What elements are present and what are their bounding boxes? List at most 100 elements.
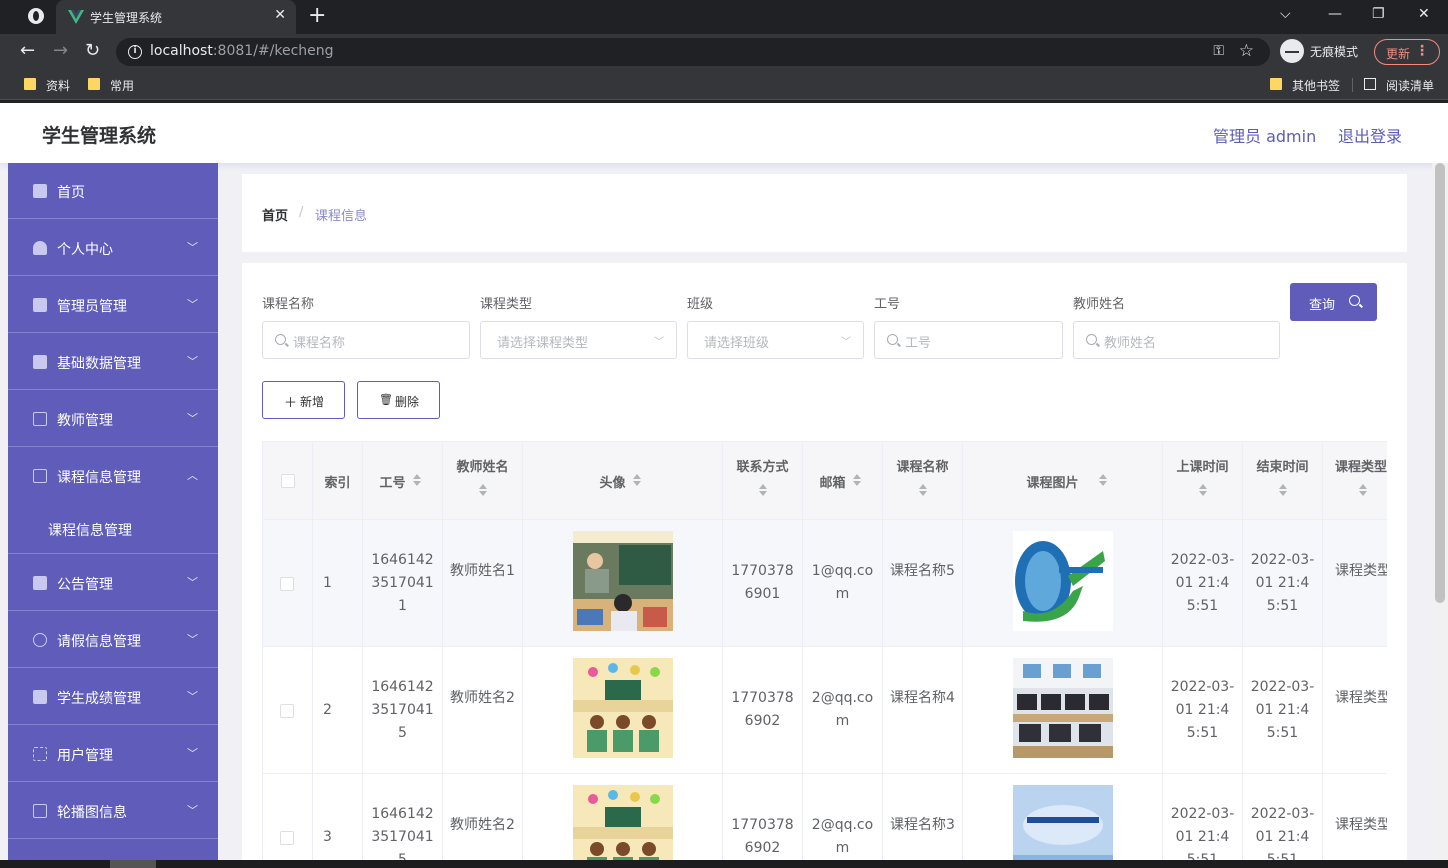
query-button[interactable]: 查询: [1290, 283, 1377, 321]
minimize-icon[interactable]: —: [1328, 6, 1342, 22]
header-course-image[interactable]: 课程图片: [963, 442, 1163, 520]
home-icon: [33, 184, 47, 198]
globe-icon[interactable]: [28, 8, 44, 24]
row-checkbox[interactable]: [280, 831, 294, 845]
breadcrumb-home[interactable]: 首页: [262, 205, 288, 224]
sort-icon[interactable]: [1279, 484, 1287, 496]
sidebar-item-admin-management[interactable]: 管理员管理 ﹀: [8, 277, 218, 333]
logout-link[interactable]: 退出登录: [1338, 123, 1402, 147]
bookmarks-bar: 资料 常用 其他书签 阅读清单: [0, 70, 1448, 100]
bookmark-divider: [1352, 78, 1353, 92]
table-header: 索引 工号 教师姓名 头像 联系方式 邮箱 课程名称 课程图片 上课时间 结束时…: [263, 442, 1387, 520]
sidebar-item-leave-management[interactable]: 请假信息管理 ﹀: [8, 612, 218, 668]
chevron-down-icon: ﹀: [187, 298, 198, 311]
folder-icon: [88, 78, 100, 90]
delete-button[interactable]: 🗑 删除: [357, 381, 440, 419]
header-teacher-name[interactable]: 教师姓名: [443, 442, 523, 520]
target-icon: [33, 633, 47, 647]
tab-search-icon[interactable]: ⌵: [1280, 6, 1291, 22]
url-text: localhost:8081/#/kecheng: [150, 43, 334, 59]
key-icon[interactable]: ⚿: [1213, 43, 1224, 59]
row-checkbox[interactable]: [280, 577, 294, 591]
sidebar-item-score-management[interactable]: 学生成绩管理 ﹀: [8, 669, 218, 725]
course-image: [1012, 785, 1113, 868]
vertical-scrollbar[interactable]: [1432, 163, 1448, 868]
sort-icon[interactable]: [919, 484, 927, 496]
url-input[interactable]: i localhost:8081/#/kecheng ⚿ ☆: [116, 38, 1270, 66]
course-type-select[interactable]: 请选择课程类型 ﹀: [480, 321, 677, 359]
teacher-name-label: 教师姓名: [1073, 297, 1126, 312]
sidebar-item-teacher-management[interactable]: 教师管理 ﹀: [8, 391, 218, 447]
header-end-time[interactable]: 结束时间: [1243, 442, 1323, 520]
sort-icon[interactable]: [1199, 484, 1207, 496]
reload-icon[interactable]: ↻: [85, 40, 100, 62]
chevron-down-icon: ﹀: [841, 337, 851, 348]
new-tab-button[interactable]: +: [308, 4, 326, 28]
address-bar: ← → ↻ i localhost:8081/#/kecheng ⚿ ☆ 无痕模…: [0, 34, 1448, 70]
tab-title: 学生管理系统: [90, 11, 163, 25]
sidebar-item-basic-data[interactable]: 基础数据管理 ﹀: [8, 334, 218, 390]
scrollbar-thumb[interactable]: [1435, 163, 1445, 603]
teacher-avatar-image: [572, 658, 673, 758]
sort-icon[interactable]: [413, 474, 421, 486]
teacher-name-input[interactable]: 教师姓名: [1073, 321, 1280, 359]
back-icon[interactable]: ←: [20, 40, 35, 62]
breadcrumb: 首页 / 课程信息: [242, 174, 1407, 252]
header-course-name[interactable]: 课程名称: [883, 442, 963, 520]
course-name-input[interactable]: 课程名称: [262, 321, 470, 359]
course-table: 索引 工号 教师姓名 头像 联系方式 邮箱 课程名称 课程图片 上课时间 结束时…: [262, 441, 1387, 868]
header-staff-no[interactable]: 工号: [363, 442, 443, 520]
scrollbar-thumb[interactable]: [110, 860, 156, 868]
staff-no-label: 工号: [874, 297, 901, 312]
chevron-down-icon: ﹀: [187, 576, 198, 589]
chevron-down-icon: ﹀: [187, 804, 198, 817]
table-row[interactable]: 3 164614235170415 教师姓名2: [263, 774, 1387, 868]
sort-icon[interactable]: [479, 484, 487, 496]
chevron-down-icon: ﹀: [187, 241, 198, 254]
info-icon[interactable]: i: [128, 45, 142, 59]
plus-icon: ＋: [284, 396, 298, 411]
app-title: 学生管理系统: [42, 125, 157, 147]
add-button[interactable]: ＋ 新增: [262, 381, 345, 419]
grid-icon: [33, 576, 47, 590]
select-all-checkbox[interactable]: [281, 474, 295, 488]
close-window-icon[interactable]: ✕: [1418, 6, 1430, 22]
restore-icon[interactable]: ❐: [1372, 6, 1385, 22]
horizontal-scrollbar[interactable]: [0, 860, 1448, 868]
chevron-down-icon: ﹀: [187, 690, 198, 703]
bookmark-star-icon[interactable]: ☆: [1239, 41, 1254, 61]
clipboard-icon: [33, 298, 47, 312]
incognito-indicator[interactable]: 无痕模式: [1280, 39, 1370, 65]
row-checkbox[interactable]: [280, 704, 294, 718]
update-button[interactable]: 更新 ⋮: [1374, 39, 1440, 65]
brush-icon: [33, 355, 47, 369]
sidebar-item-home[interactable]: 首页: [8, 163, 218, 219]
sidebar-item-personal-center[interactable]: 个人中心 ﹀: [8, 220, 218, 276]
sidebar-item-course-management[interactable]: 课程信息管理 ︿: [8, 448, 218, 504]
more-vert-icon: ⋮: [1415, 43, 1429, 59]
class-select[interactable]: 请选择班级 ﹀: [687, 321, 864, 359]
tab-close-icon[interactable]: ✕: [274, 7, 286, 23]
breadcrumb-current: 课程信息: [315, 209, 368, 224]
header-course-type[interactable]: 课程类型: [1323, 442, 1387, 520]
sidebar-subitem-course-management[interactable]: 课程信息管理: [8, 504, 218, 554]
staff-no-input[interactable]: 工号: [874, 321, 1063, 359]
header-start-time[interactable]: 上课时间: [1163, 442, 1243, 520]
header-phone[interactable]: 联系方式: [723, 442, 803, 520]
table-row[interactable]: 2 164614235170415 教师姓名2 17703786902 2@qq…: [263, 647, 1387, 774]
header-avatar[interactable]: 头像: [523, 442, 723, 520]
sort-icon[interactable]: [853, 474, 861, 486]
sort-icon[interactable]: [1099, 474, 1107, 486]
table-row[interactable]: 1 16461423517041 1 教师姓名1 17703786901 1@q…: [263, 520, 1387, 647]
sidebar-item-carousel[interactable]: 轮播图信息 ﹀: [8, 783, 218, 839]
chevron-down-icon: ﹀: [187, 412, 198, 425]
sort-icon[interactable]: [1359, 484, 1367, 496]
sort-icon[interactable]: [759, 484, 767, 496]
forward-icon[interactable]: →: [53, 40, 68, 62]
sidebar-item-notice-management[interactable]: 公告管理 ﹀: [8, 555, 218, 611]
sidebar-item-user-management[interactable]: 用户管理 ﹀: [8, 726, 218, 782]
sort-icon[interactable]: [633, 474, 641, 486]
header-email[interactable]: 邮箱: [803, 442, 883, 520]
browser-tab[interactable]: 学生管理系统 ✕: [56, 0, 296, 34]
update-label: 更新: [1386, 47, 1411, 61]
